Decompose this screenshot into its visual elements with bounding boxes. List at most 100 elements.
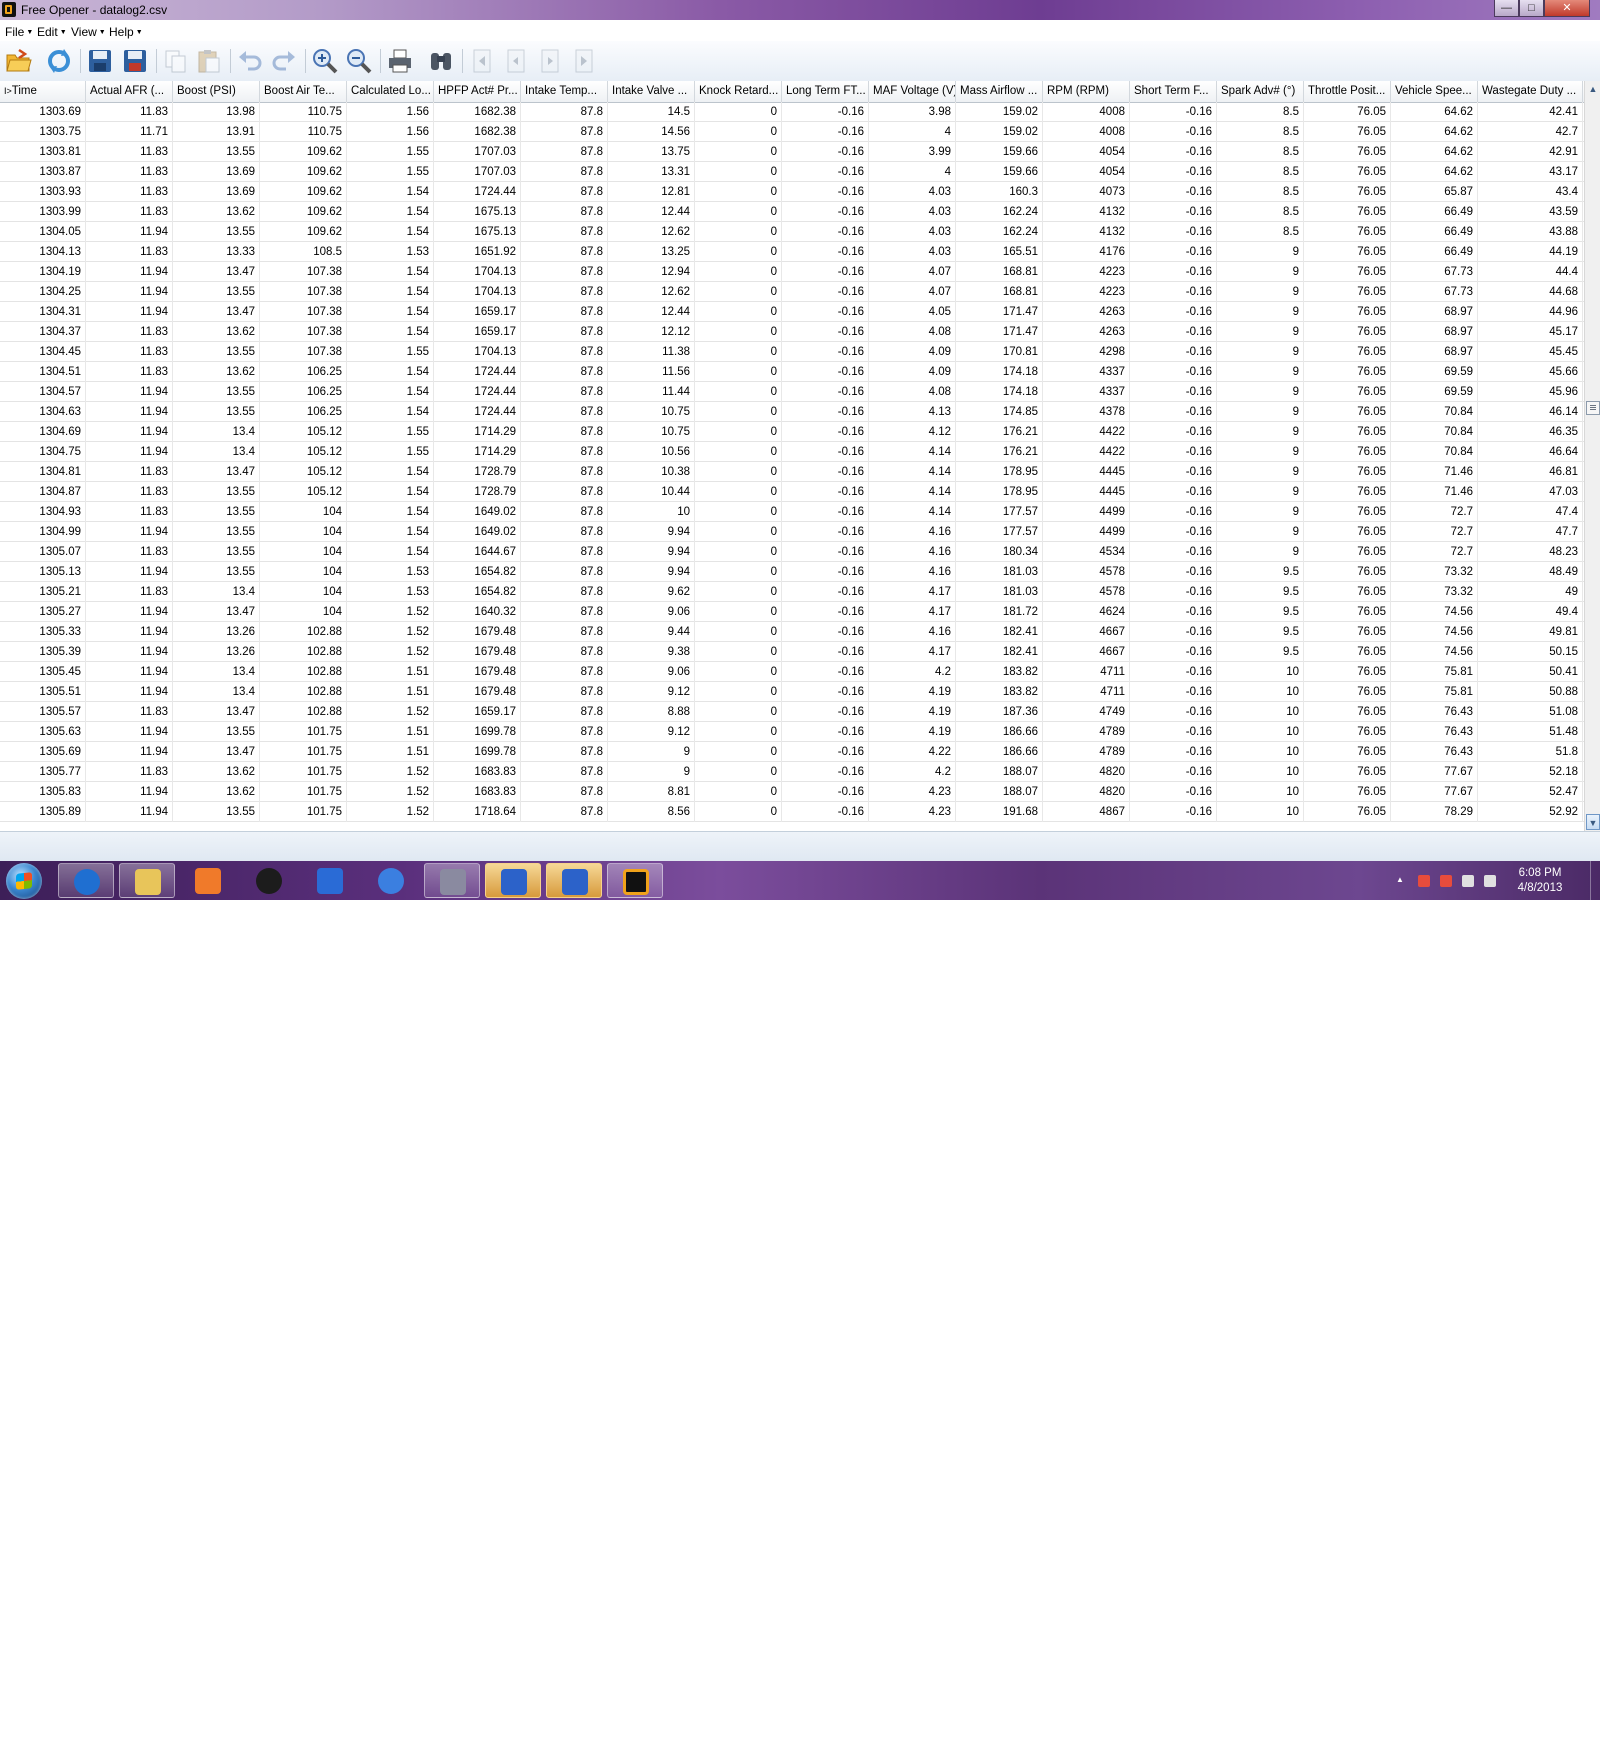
table-cell[interactable]: 0 (695, 682, 782, 702)
find-icon[interactable] (427, 47, 455, 75)
table-cell[interactable]: 1.54 (347, 322, 434, 342)
menu-edit[interactable]: Edit ▼ (37, 25, 67, 39)
minimize-button[interactable]: — (1494, 0, 1519, 17)
table-cell[interactable]: 4.2 (869, 662, 956, 682)
column-header-rpm[interactable]: RPM (RPM) (1043, 81, 1130, 102)
table-cell[interactable]: 13.55 (173, 222, 260, 242)
data-grid[interactable]: I>Time Actual AFR (... Boost (PSI) Boost Ai… (0, 81, 1584, 831)
table-cell[interactable]: -0.16 (1130, 382, 1217, 402)
table-cell[interactable]: 76.05 (1304, 122, 1391, 142)
table-cell[interactable]: 171.47 (956, 302, 1043, 322)
table-cell[interactable]: 87.8 (521, 422, 608, 442)
table-cell[interactable]: 70.84 (1391, 422, 1478, 442)
table-cell[interactable]: 1.54 (347, 362, 434, 382)
table-cell[interactable]: 64.62 (1391, 122, 1478, 142)
table-cell[interactable]: 106.25 (260, 382, 347, 402)
table-cell[interactable]: 186.66 (956, 722, 1043, 742)
paste-icon[interactable] (195, 47, 223, 75)
table-cell[interactable]: 1675.13 (434, 202, 521, 222)
table-cell[interactable]: 42.7 (1478, 122, 1583, 142)
table-cell[interactable]: 49 (1478, 582, 1583, 602)
table-cell[interactable]: 45.66 (1478, 362, 1583, 382)
table-cell[interactable]: 51.48 (1478, 722, 1583, 742)
table-cell[interactable]: -0.16 (1130, 742, 1217, 762)
table-cell[interactable]: 4.07 (869, 282, 956, 302)
table-cell[interactable]: 4.14 (869, 462, 956, 482)
table-cell[interactable]: 101.75 (260, 722, 347, 742)
table-cell[interactable]: 1.54 (347, 222, 434, 242)
table-cell[interactable]: 87.8 (521, 782, 608, 802)
table-cell[interactable]: 13.4 (173, 682, 260, 702)
table-cell[interactable]: 1304.19 (0, 262, 86, 282)
table-cell[interactable]: -0.16 (1130, 142, 1217, 162)
table-cell[interactable]: 10 (608, 502, 695, 522)
table-cell[interactable]: 13.62 (173, 362, 260, 382)
table-cell[interactable]: 64.62 (1391, 162, 1478, 182)
table-cell[interactable]: 1.55 (347, 142, 434, 162)
table-cell[interactable]: 87.8 (521, 502, 608, 522)
table-cell[interactable]: -0.16 (782, 202, 869, 222)
table-cell[interactable]: 104 (260, 502, 347, 522)
print-icon[interactable] (386, 47, 414, 75)
table-cell[interactable]: 51.8 (1478, 742, 1583, 762)
table-cell[interactable]: 46.14 (1478, 402, 1583, 422)
table-cell[interactable]: 4445 (1043, 462, 1130, 482)
table-row[interactable]: 1303.99 11.83 13.62 109.62 1.54 1675.13 87.8 12… (0, 202, 1584, 222)
table-cell[interactable]: 9.12 (608, 722, 695, 742)
table-cell[interactable]: 110.75 (260, 122, 347, 142)
table-cell[interactable]: 0 (695, 442, 782, 462)
table-cell[interactable]: 44.19 (1478, 242, 1583, 262)
table-cell[interactable]: 9 (1217, 502, 1304, 522)
table-cell[interactable]: 11.83 (86, 182, 173, 202)
table-row[interactable]: 1304.99 11.94 13.55 104 1.54 1649.02 87.8 9.94 0… (0, 522, 1584, 542)
table-cell[interactable]: 1679.48 (434, 682, 521, 702)
table-cell[interactable]: 4.19 (869, 722, 956, 742)
table-cell[interactable]: -0.16 (1130, 322, 1217, 342)
table-cell[interactable]: 13.62 (173, 322, 260, 342)
table-cell[interactable]: 64.62 (1391, 102, 1478, 122)
table-cell[interactable]: 4820 (1043, 782, 1130, 802)
table-cell[interactable]: 1.52 (347, 642, 434, 662)
table-cell[interactable]: 13.98 (173, 102, 260, 122)
table-cell[interactable]: 102.88 (260, 682, 347, 702)
table-cell[interactable]: 102.88 (260, 702, 347, 722)
table-cell[interactable]: 8.81 (608, 782, 695, 802)
table-cell[interactable]: 13.4 (173, 442, 260, 462)
table-cell[interactable]: 11.94 (86, 402, 173, 422)
table-cell[interactable]: 76.05 (1304, 342, 1391, 362)
table-cell[interactable]: 4.16 (869, 562, 956, 582)
table-cell[interactable]: 12.44 (608, 202, 695, 222)
table-cell[interactable]: 10 (1217, 662, 1304, 682)
table-cell[interactable]: 43.17 (1478, 162, 1583, 182)
table-cell[interactable]: 0 (695, 762, 782, 782)
table-cell[interactable]: -0.16 (1130, 522, 1217, 542)
table-cell[interactable]: 162.24 (956, 222, 1043, 242)
table-cell[interactable]: 0 (695, 282, 782, 302)
table-cell[interactable]: 50.41 (1478, 662, 1583, 682)
table-cell[interactable]: 76.05 (1304, 362, 1391, 382)
table-cell[interactable]: 1.54 (347, 182, 434, 202)
table-cell[interactable]: 109.62 (260, 222, 347, 242)
table-row[interactable]: 1303.69 11.83 13.98 110.75 1.56 1682.38 87.8 14… (0, 102, 1584, 122)
table-cell[interactable]: 0 (695, 502, 782, 522)
table-cell[interactable]: 1305.69 (0, 742, 86, 762)
table-cell[interactable]: 76.05 (1304, 162, 1391, 182)
table-cell[interactable]: 76.43 (1391, 722, 1478, 742)
table-cell[interactable]: 9 (1217, 442, 1304, 462)
maximize-button[interactable]: □ (1519, 0, 1544, 17)
table-cell[interactable]: 0 (695, 642, 782, 662)
table-cell[interactable]: -0.16 (782, 542, 869, 562)
table-cell[interactable]: 104 (260, 542, 347, 562)
table-cell[interactable]: 0 (695, 602, 782, 622)
table-cell[interactable]: -0.16 (1130, 122, 1217, 142)
table-cell[interactable]: 101.75 (260, 802, 347, 822)
table-cell[interactable]: 1.56 (347, 102, 434, 122)
table-cell[interactable]: -0.16 (782, 682, 869, 702)
table-cell[interactable]: 66.49 (1391, 222, 1478, 242)
table-cell[interactable]: 1.53 (347, 582, 434, 602)
table-cell[interactable]: -0.16 (782, 262, 869, 282)
table-cell[interactable]: 9 (1217, 462, 1304, 482)
table-cell[interactable]: 76.05 (1304, 382, 1391, 402)
table-cell[interactable]: 76.05 (1304, 762, 1391, 782)
table-cell[interactable]: 1683.83 (434, 782, 521, 802)
